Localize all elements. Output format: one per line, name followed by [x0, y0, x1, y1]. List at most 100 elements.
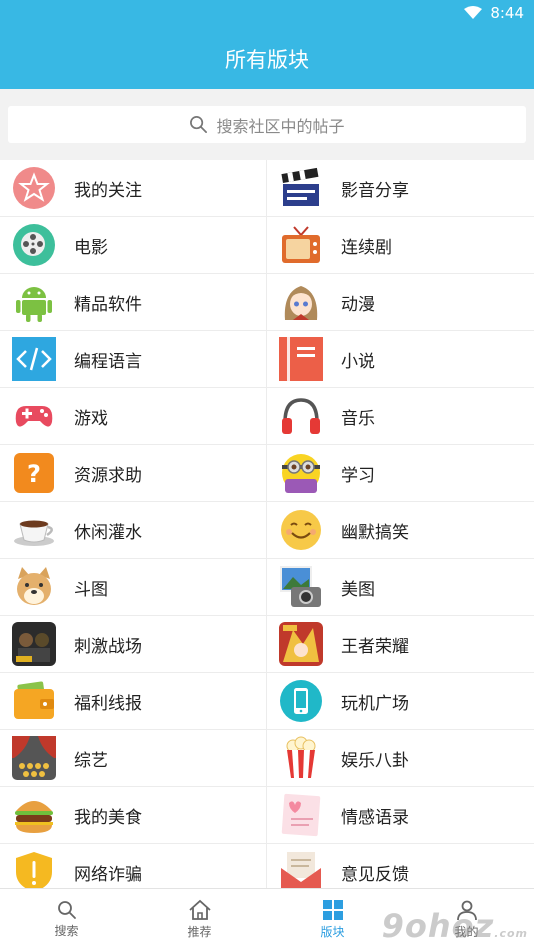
page-title: 所有版块 [225, 48, 309, 72]
search-placeholder: 搜索社区中的帖子 [216, 116, 345, 136]
board-label: 影音分享 [341, 180, 409, 201]
wallet-icon [12, 679, 56, 723]
board-item[interactable]: 娱乐八卦 [267, 730, 533, 786]
svg-text:?: ? [27, 460, 41, 488]
photos-camera-icon [279, 565, 323, 609]
board-item[interactable]: 游戏 [0, 388, 266, 444]
board-label: 游戏 [74, 408, 108, 429]
board-item[interactable]: 斗图 [0, 559, 266, 615]
board-row: 综艺 娱乐八卦 [0, 730, 534, 787]
board-item[interactable]: 王者荣耀 [267, 616, 533, 672]
board-item[interactable]: 网络诈骗 [0, 844, 266, 888]
board-item[interactable]: 动漫 [267, 274, 533, 330]
app-header: 所有版块 [0, 29, 534, 89]
board-row: 我的关注 影音分享 [0, 160, 534, 217]
board-label: 资源求助 [74, 465, 142, 486]
board-item[interactable]: 我的美食 [0, 787, 266, 843]
board-label: 连续剧 [341, 237, 392, 258]
board-item[interactable]: 我的关注 [0, 160, 266, 216]
board-row: 精品软件 动漫 [0, 274, 534, 331]
board-label: 学习 [341, 465, 375, 486]
board-item[interactable]: 连续剧 [267, 217, 533, 273]
board-label: 刺激战场 [74, 636, 142, 657]
pubg-game-icon [12, 622, 56, 666]
board-row: 网络诈骗 意见反馈 [0, 844, 534, 888]
board-row: 我的美食 情感语录 [0, 787, 534, 844]
board-item[interactable]: 学习 [267, 445, 533, 501]
board-label: 美图 [341, 579, 375, 600]
board-label: 福利线报 [74, 693, 142, 714]
board-row: 福利线报 玩机广场 [0, 673, 534, 730]
bottom-tab-bar: 搜索 推荐 版块 我的 9ohoz.com [0, 888, 534, 949]
gamepad-icon [12, 394, 56, 438]
status-time: 8:44 [490, 4, 524, 22]
code-icon [12, 337, 56, 381]
board-label: 我的关注 [74, 180, 142, 201]
board-grid: 我的关注 影音分享 电影 连续剧 精品软件 动漫 编程语言 小说 游戏 音乐 ?… [0, 160, 534, 888]
search-icon [57, 901, 76, 919]
anime-girl-icon [279, 280, 323, 324]
board-row: 刺激战场 王者荣耀 [0, 616, 534, 673]
theater-icon [12, 736, 56, 780]
board-row: 斗图 美图 [0, 559, 534, 616]
board-label: 娱乐八卦 [341, 750, 409, 771]
board-row: 编程语言 小说 [0, 331, 534, 388]
watermark-text: 9ohoz [381, 907, 495, 945]
tab-boards[interactable]: 版块 [266, 889, 399, 949]
burger-icon [12, 793, 56, 837]
search-icon [190, 116, 208, 133]
board-row: 游戏 音乐 [0, 388, 534, 445]
tab-label: 搜索 [54, 924, 79, 938]
film-reel-icon [12, 223, 56, 267]
board-item[interactable]: 玩机广场 [267, 673, 533, 729]
board-item[interactable]: 精品软件 [0, 274, 266, 330]
tab-label: 版块 [320, 925, 345, 939]
board-item[interactable]: 情感语录 [267, 787, 533, 843]
board-label: 网络诈骗 [74, 864, 142, 885]
grid-icon [322, 900, 343, 920]
search-input[interactable]: 搜索社区中的帖子 [8, 106, 526, 143]
board-item[interactable]: 休闲灌水 [0, 502, 266, 558]
board-row: 电影 连续剧 [0, 217, 534, 274]
board-item[interactable]: 电影 [0, 217, 266, 273]
watermark-suffix: .com [494, 927, 528, 940]
board-item[interactable]: ? 资源求助 [0, 445, 266, 501]
board-item[interactable]: 音乐 [267, 388, 533, 444]
love-note-icon [279, 793, 323, 837]
tab-recommend[interactable]: 推荐 [133, 889, 266, 949]
honor-of-kings-icon [279, 622, 323, 666]
board-label: 电影 [74, 237, 108, 258]
board-label: 精品软件 [74, 294, 142, 315]
board-item[interactable]: 影音分享 [267, 160, 533, 216]
home-icon [188, 899, 211, 920]
board-item[interactable]: 幽默搞笑 [267, 502, 533, 558]
tab-label: 推荐 [187, 925, 212, 939]
board-item[interactable]: 刺激战场 [0, 616, 266, 672]
doge-icon [12, 565, 56, 609]
board-row: 休闲灌水 幽默搞笑 [0, 502, 534, 559]
star-circle-icon [12, 166, 56, 210]
board-item[interactable]: 小说 [267, 331, 533, 387]
board-item[interactable]: 福利线报 [0, 673, 266, 729]
board-label: 综艺 [74, 750, 108, 771]
board-label: 音乐 [341, 408, 375, 429]
board-label: 小说 [341, 351, 375, 372]
clapperboard-icon [279, 166, 323, 210]
headphones-icon [279, 394, 323, 438]
book-icon [279, 337, 323, 381]
minion-icon [279, 451, 323, 495]
board-item[interactable]: 意见反馈 [267, 844, 533, 888]
board-label: 王者荣耀 [341, 636, 409, 657]
tab-search[interactable]: 搜索 [0, 889, 133, 949]
board-item[interactable]: 编程语言 [0, 331, 266, 387]
smiley-icon [279, 508, 323, 552]
board-label: 动漫 [341, 294, 375, 315]
question-icon: ? [12, 451, 56, 495]
status-bar: 8:44 [0, 0, 534, 29]
board-label: 编程语言 [74, 351, 142, 372]
board-item[interactable]: 美图 [267, 559, 533, 615]
board-label: 幽默搞笑 [341, 522, 409, 543]
tv-icon [279, 223, 323, 267]
coffee-cup-icon [12, 508, 56, 552]
board-item[interactable]: 综艺 [0, 730, 266, 786]
